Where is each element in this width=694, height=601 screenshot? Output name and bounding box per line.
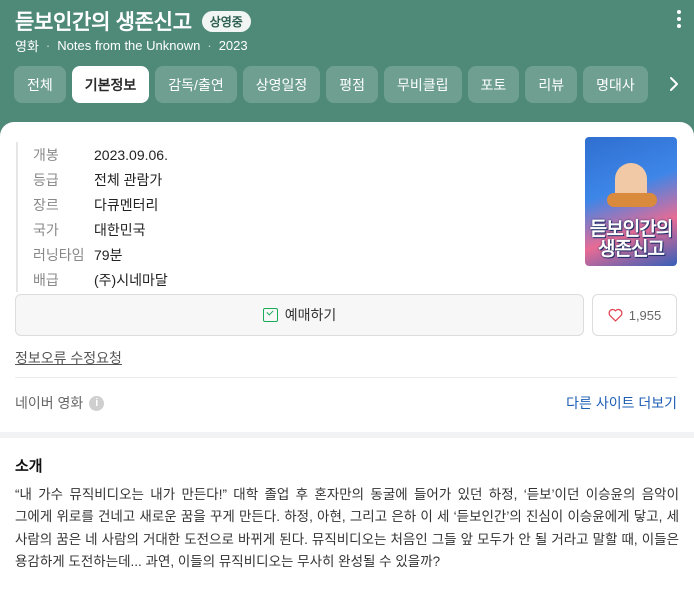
movie-title[interactable]: 듣보인간의 생존신고	[15, 6, 192, 36]
tab-director-cast[interactable]: 감독/출연	[155, 66, 237, 103]
heart-icon	[608, 308, 623, 322]
movie-meta: 영화 · Notes from the Unknown · 2023	[15, 36, 248, 55]
poster-title-text: 듣보인간의 생존신고	[589, 219, 673, 260]
info-key: 개봉	[33, 146, 59, 163]
info-value: 대한민국	[94, 221, 146, 238]
meta-separator: ·	[207, 38, 212, 53]
tab-quotes[interactable]: 명대사	[583, 66, 648, 103]
info-list: 개봉 2023.09.06. 등급 전체 관람가 장르 다큐멘터리 국가 대한민…	[16, 142, 168, 292]
basic-info-card: 개봉 2023.09.06. 등급 전체 관람가 장르 다큐멘터리 국가 대한민…	[0, 122, 694, 432]
tab-reviews[interactable]: 리뷰	[525, 66, 578, 103]
like-count: 1,955	[628, 307, 662, 323]
info-key: 장르	[33, 196, 59, 213]
report-error-link[interactable]: 정보오류 수정요청	[15, 348, 122, 368]
tab-basic-info[interactable]: 기본정보	[71, 66, 150, 103]
movie-header: 듣보인간의 생존신고 상영중 영화 · Notes from the Unkno…	[0, 0, 694, 136]
info-value: 79분	[94, 246, 123, 263]
more-menu-icon[interactable]	[676, 10, 682, 28]
reserve-label: 예매하기	[284, 307, 337, 323]
tab-photos[interactable]: 포토	[467, 66, 520, 103]
meta-year: 2023	[218, 38, 248, 53]
status-badge: 상영중	[201, 10, 251, 32]
divider	[15, 377, 677, 378]
calendar-check-icon	[262, 308, 278, 322]
action-buttons: 예매하기 1,955	[15, 294, 677, 336]
source-label: 네이버 영화 i	[15, 393, 105, 413]
info-key: 국가	[33, 221, 59, 238]
meta-category: 영화	[15, 39, 39, 54]
chevron-right-icon[interactable]	[668, 75, 680, 93]
info-value: 2023.09.06.	[94, 146, 168, 163]
tab-all[interactable]: 전체	[14, 66, 66, 103]
more-sites-link[interactable]: 다른 사이트 더보기	[566, 393, 677, 413]
info-row-country: 국가 대한민국	[33, 217, 168, 242]
intro-heading: 소개	[15, 458, 43, 475]
title-row: 듣보인간의 생존신고 상영중	[15, 6, 251, 36]
info-icon[interactable]: i	[89, 395, 105, 411]
intro-section: 소개 “내 가수 뮤직비디오는 내가 만든다!” 대학 졸업 후 혼자만의 동굴…	[0, 438, 694, 601]
info-value: 다큐멘터리	[94, 196, 159, 213]
source-name: 네이버 영화	[15, 395, 84, 411]
intro-text: “내 가수 뮤직비디오는 내가 만든다!” 대학 졸업 후 혼자만의 동굴에 들…	[15, 487, 679, 570]
info-key: 러닝타임	[33, 246, 85, 263]
info-row-distributor: 배급 (주)시네마달	[33, 267, 168, 292]
meta-separator: ·	[45, 38, 51, 53]
info-row-genre: 장르 다큐멘터리	[33, 192, 168, 217]
reserve-button[interactable]: 예매하기	[15, 294, 584, 336]
tab-showtimes[interactable]: 상영일정	[242, 66, 321, 103]
info-value: (주)시네마달	[94, 271, 168, 288]
info-key: 등급	[33, 171, 59, 188]
info-value: 전체 관람가	[94, 171, 163, 188]
tab-ratings[interactable]: 평점	[326, 66, 379, 103]
info-row-runtime: 러닝타임 79분	[33, 242, 168, 267]
movie-poster[interactable]: 듣보인간의 생존신고	[585, 137, 677, 266]
tab-bar: 전체 기본정보 감독/출연 상영일정 평점 무비클립 포토 리뷰 명대사	[14, 66, 648, 103]
info-row-release: 개봉 2023.09.06.	[33, 142, 168, 167]
tab-movie-clips[interactable]: 무비클립	[384, 66, 462, 103]
info-row-rating: 등급 전체 관람가	[33, 167, 168, 192]
info-key: 배급	[33, 271, 59, 288]
poster-guitar	[607, 193, 657, 207]
meta-english-title: Notes from the Unknown	[57, 38, 201, 53]
like-button[interactable]: 1,955	[592, 294, 677, 336]
